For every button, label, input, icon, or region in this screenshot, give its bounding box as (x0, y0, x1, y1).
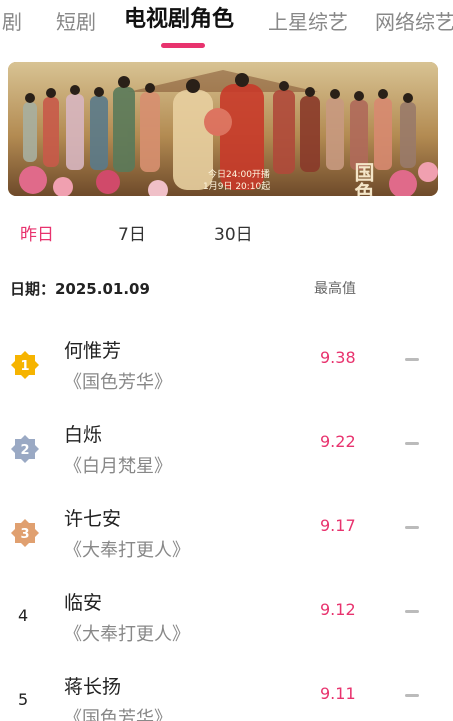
tab-short-drama[interactable]: 短剧 (56, 8, 96, 36)
period-30-days[interactable]: 30日 (214, 220, 253, 245)
column-header-max: 最高值 (314, 281, 356, 297)
trend-flat-icon (405, 610, 419, 613)
drama-name: 《白月梵星》 (64, 456, 172, 477)
ranking-row-5[interactable]: 5 蒋长扬 《国色芳华》 9.11 (0, 672, 453, 721)
svg-text:3: 3 (20, 527, 29, 542)
poster-title: 国色芳华 (351, 162, 375, 196)
poster-date: 1月9日 20:10起 (203, 181, 270, 192)
bronze-rank-badge-icon: 3 (11, 519, 39, 547)
role-name: 临安 (64, 592, 103, 614)
role-name: 蒋长扬 (64, 676, 122, 698)
ranking-row-3[interactable]: 3 许七安 《大奉打更人》 9.17 (0, 504, 453, 584)
tab-drama-partial[interactable]: 剧 (2, 8, 22, 36)
category-tabbar: 剧 短剧 电视剧角色 上星综艺 网络综艺 (0, 0, 453, 52)
tab-web-variety[interactable]: 网络综艺 (375, 8, 453, 36)
poster-image: 国色芳华 今日24:00开播 1月9日 20:10起 (8, 62, 438, 196)
active-tab-indicator (161, 43, 205, 48)
period-7-days[interactable]: 7日 (118, 220, 146, 245)
tab-satellite-variety[interactable]: 上星综艺 (268, 8, 348, 36)
role-name: 何惟芳 (64, 340, 122, 362)
rank-number: 4 (18, 606, 29, 625)
drama-name: 《国色芳华》 (64, 708, 172, 721)
poster-tagline: 今日24:00开播 (208, 168, 270, 180)
ranking-row-2[interactable]: 2 白烁 《白月梵星》 9.22 (0, 420, 453, 500)
rank-number: 5 (18, 690, 29, 709)
score-value: 9.22 (320, 432, 356, 451)
role-name: 白烁 (64, 424, 103, 446)
score-value: 9.11 (320, 684, 356, 703)
drama-name: 《大奉打更人》 (64, 624, 190, 645)
gold-rank-badge-icon: 1 (11, 351, 39, 379)
silver-rank-badge-icon: 2 (11, 435, 39, 463)
svg-text:1: 1 (20, 359, 29, 374)
period-yesterday[interactable]: 昨日 (20, 220, 54, 245)
score-value: 9.38 (320, 348, 356, 367)
date-label: 日期：2025.01.09 (10, 280, 150, 298)
tab-tv-role[interactable]: 电视剧角色 (124, 6, 234, 34)
trend-flat-icon (405, 358, 419, 361)
drama-name: 《大奉打更人》 (64, 540, 190, 561)
drama-name: 《国色芳华》 (64, 372, 172, 393)
drama-poster-banner[interactable]: 国色芳华 今日24:00开播 1月9日 20:10起 (8, 62, 438, 196)
trend-flat-icon (405, 694, 419, 697)
svg-text:2: 2 (20, 443, 29, 458)
ranking-row-1[interactable]: 1 何惟芳 《国色芳华》 9.38 (0, 336, 453, 416)
score-value: 9.17 (320, 516, 356, 535)
role-name: 许七安 (64, 508, 122, 530)
trend-flat-icon (405, 526, 419, 529)
score-value: 9.12 (320, 600, 356, 619)
trend-flat-icon (405, 442, 419, 445)
ranking-row-4[interactable]: 4 临安 《大奉打更人》 9.12 (0, 588, 453, 668)
